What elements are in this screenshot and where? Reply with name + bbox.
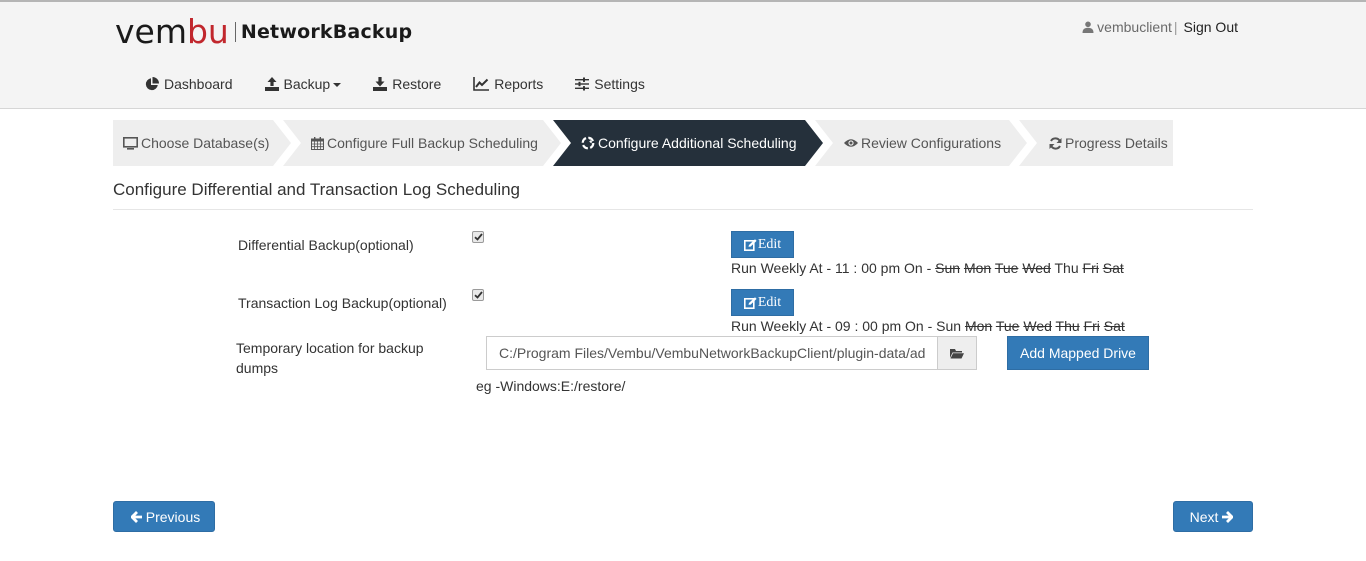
day-sat: Sat xyxy=(1102,260,1124,276)
main-nav: Dashboard Backup Restore Reports Setting… xyxy=(145,76,677,92)
temp-location-label-line2: dumps xyxy=(236,360,279,376)
eye-icon xyxy=(844,139,858,147)
day-sat: Sat xyxy=(1103,318,1125,334)
schedule-days: Sun Mon Tue Wed Thu Fri Sat xyxy=(936,318,1125,334)
wizard-step-full-backup-scheduling[interactable]: Configure Full Backup Scheduling xyxy=(283,120,561,166)
folder-open-icon xyxy=(950,348,964,358)
nav-dashboard[interactable]: Dashboard xyxy=(145,76,233,92)
day-fri: Fri xyxy=(1083,318,1100,334)
refresh-icon xyxy=(1049,136,1062,150)
arrow-left-icon xyxy=(130,510,142,523)
add-mapped-drive-button[interactable]: Add Mapped Drive xyxy=(1007,336,1149,370)
wizard-steps: Choose Database(s) Configure Full Backup… xyxy=(113,120,1173,166)
step-label: Choose Database(s) xyxy=(141,135,270,151)
differential-edit-button[interactable]: Edit xyxy=(731,231,794,258)
day-tue: Tue xyxy=(994,260,1019,276)
section-title: Configure Differential and Transaction L… xyxy=(113,180,521,199)
recycle-icon xyxy=(581,136,595,150)
line-chart-icon xyxy=(473,77,490,91)
temp-location-label: Temporary location for backup dumps xyxy=(236,338,424,378)
next-button-label: Next xyxy=(1189,508,1219,525)
user-menu: vembuclient | Sign Out xyxy=(1082,19,1238,35)
browse-folder-button[interactable] xyxy=(937,336,977,370)
logo-product-name: NetworkBackup xyxy=(240,21,413,43)
nav-settings[interactable]: Settings xyxy=(575,76,645,92)
user-separator: | xyxy=(1173,19,1178,35)
nav-backup-label: Backup xyxy=(283,76,331,92)
section-divider xyxy=(113,209,1253,210)
nav-restore[interactable]: Restore xyxy=(373,76,441,92)
username: vembuclient xyxy=(1097,19,1172,35)
logo[interactable]: vembu NetworkBackup xyxy=(115,14,412,50)
day-wed: Wed xyxy=(1023,318,1052,334)
schedule-prefix: Run Weekly At - 11 : 00 pm On - xyxy=(731,260,936,276)
differential-backup-label: Differential Backup(optional) xyxy=(238,237,414,253)
differential-schedule-summary: Run Weekly At - 11 : 00 pm On - Sun Mon … xyxy=(731,260,1124,276)
temp-location-input-group xyxy=(486,336,977,370)
day-thu: Thu xyxy=(1054,260,1079,276)
differential-backup-checkbox[interactable] xyxy=(472,231,484,243)
transaction-log-edit-button[interactable]: Edit xyxy=(731,289,794,316)
step-label: Review Configurations xyxy=(861,135,1002,151)
day-wed: Wed xyxy=(1022,260,1051,276)
temp-location-input[interactable] xyxy=(486,336,937,370)
logo-brand-prefix: vem xyxy=(115,12,187,51)
step-label: Configure Additional Scheduling xyxy=(598,135,797,151)
day-sun: Sun xyxy=(935,260,961,276)
chevron-down-icon xyxy=(333,83,342,87)
download-icon xyxy=(373,77,388,91)
schedule-days: Sun Mon Tue Wed Thu Fri Sat xyxy=(935,260,1124,276)
wizard-step-choose-database[interactable]: Choose Database(s) xyxy=(113,120,291,166)
day-thu: Thu xyxy=(1055,318,1080,334)
transaction-log-backup-label: Transaction Log Backup(optional) xyxy=(238,295,447,311)
nav-backup[interactable]: Backup xyxy=(264,76,342,92)
sliders-icon xyxy=(575,77,590,91)
temp-location-label-line1: Temporary location for backup xyxy=(236,340,424,356)
nav-reports[interactable]: Reports xyxy=(473,76,543,92)
wizard-step-progress-details[interactable]: Progress Details xyxy=(1019,120,1173,166)
temp-location-hint: eg -Windows:E:/restore/ xyxy=(476,378,626,394)
previous-button[interactable]: Previous xyxy=(113,501,215,532)
previous-button-label: Previous xyxy=(145,508,201,525)
arrow-right-icon xyxy=(1222,510,1234,523)
pie-chart-icon xyxy=(145,77,159,91)
monitor-icon xyxy=(123,136,138,150)
transaction-log-schedule-summary: Run Weekly At - 09 : 00 pm On - Sun Mon … xyxy=(731,318,1125,334)
day-mon: Mon xyxy=(964,318,993,334)
schedule-prefix: Run Weekly At - 09 : 00 pm On - xyxy=(731,318,937,334)
wizard-step-additional-scheduling[interactable]: Configure Additional Scheduling xyxy=(553,120,823,166)
day-sun: Sun xyxy=(936,318,962,334)
sign-out-link[interactable]: Sign Out xyxy=(1184,19,1238,35)
logo-brand: vembu xyxy=(115,14,229,50)
nav-dashboard-label: Dashboard xyxy=(164,76,233,92)
nav-restore-label: Restore xyxy=(392,76,442,92)
transaction-log-backup-checkbox[interactable] xyxy=(472,289,484,301)
upload-icon xyxy=(264,77,279,91)
logo-brand-accent: bu xyxy=(186,12,229,51)
checkmark-icon xyxy=(473,291,483,299)
app-header: vembu NetworkBackup vembuclient | Sign O… xyxy=(0,2,1366,109)
day-fri: Fri xyxy=(1082,260,1099,276)
day-tue: Tue xyxy=(995,318,1020,334)
nav-settings-label: Settings xyxy=(594,76,645,92)
step-label: Progress Details xyxy=(1065,135,1168,151)
wizard-step-review-configurations[interactable]: Review Configurations xyxy=(815,120,1027,166)
edit-button-label: Edit xyxy=(757,294,782,310)
edit-icon xyxy=(743,296,757,309)
step-label: Configure Full Backup Scheduling xyxy=(327,135,538,151)
checkmark-icon xyxy=(473,233,483,241)
user-icon xyxy=(1082,21,1094,33)
next-button[interactable]: Next xyxy=(1173,501,1253,532)
logo-separator xyxy=(234,22,236,42)
edit-icon xyxy=(743,238,757,251)
edit-button-label: Edit xyxy=(757,236,782,252)
calendar-icon xyxy=(311,136,324,150)
nav-reports-label: Reports xyxy=(494,76,544,92)
day-mon: Mon xyxy=(963,260,992,276)
